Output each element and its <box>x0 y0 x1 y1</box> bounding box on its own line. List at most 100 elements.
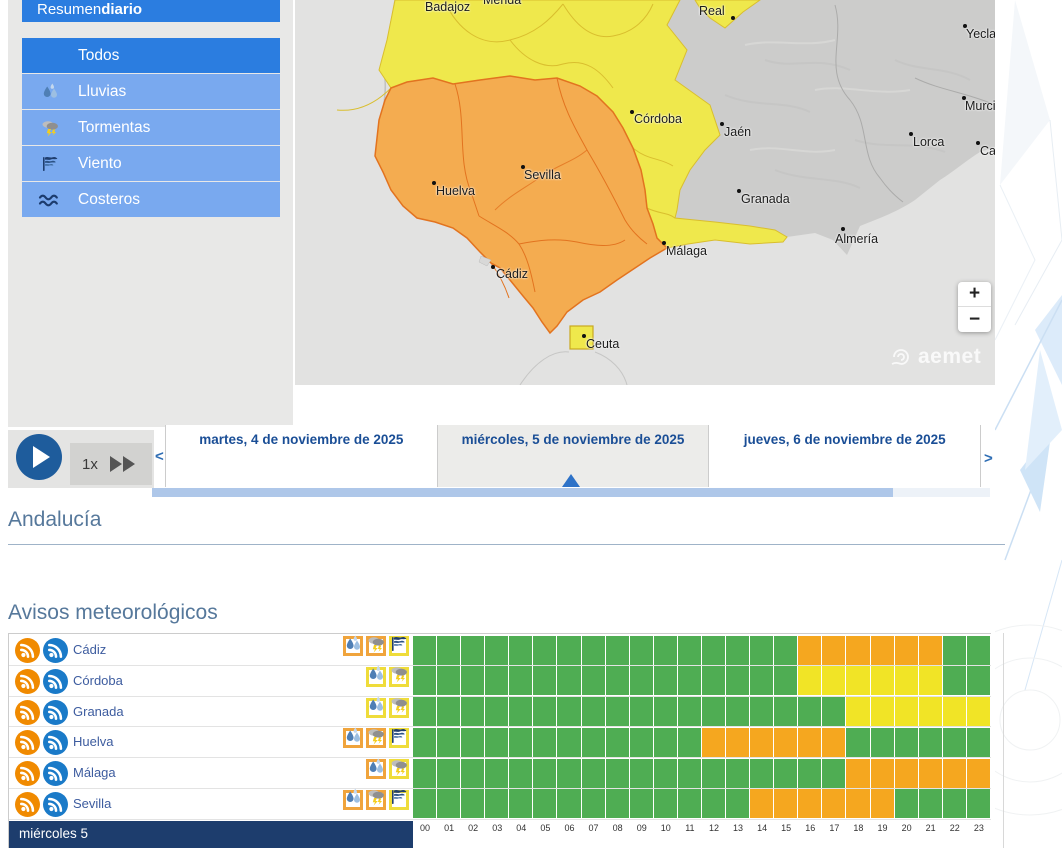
rain-warning-box-orange <box>343 728 363 748</box>
hour-cell-00 <box>413 636 436 665</box>
hour-cell-00 <box>413 759 436 788</box>
hour-label-13: 13 <box>726 823 750 833</box>
hour-cell-23 <box>967 789 990 818</box>
rain-icon <box>37 80 63 104</box>
rss-icon-orange[interactable] <box>15 730 40 755</box>
timeline-day-0[interactable]: martes, 4 de noviembre de 2025 <box>166 425 438 487</box>
hour-cell-21 <box>919 666 942 695</box>
hour-label-22: 22 <box>943 823 967 833</box>
rss-icon-blue[interactable] <box>43 669 68 694</box>
hour-cell-19 <box>871 666 894 695</box>
aemet-warnings-page: Resumen diario TodosLluviasTormentasVien… <box>0 0 1062 848</box>
hour-cell-03 <box>485 697 508 726</box>
rss-icon-orange[interactable] <box>15 761 40 786</box>
province-link[interactable]: Sevilla <box>73 796 111 811</box>
hour-cell-11 <box>678 728 701 757</box>
warnings-map[interactable]: BadajozMéridaRealYeclaCórdobaJaénMurciaL… <box>295 0 995 385</box>
map-zoom-control: + − <box>958 282 991 332</box>
fast-forward-button[interactable] <box>110 456 135 472</box>
city-label-cádiz: Cádiz <box>496 267 528 281</box>
hour-label-06: 06 <box>557 823 581 833</box>
sidebar-header-resumen-diario[interactable]: Resumen diario <box>22 0 280 22</box>
table-row: Sevilla <box>9 789 991 820</box>
hour-cell-17 <box>822 759 845 788</box>
speed-label: 1x <box>82 456 98 473</box>
rss-icon-orange[interactable] <box>15 700 40 725</box>
timeline-day-2[interactable]: jueves, 6 de noviembre de 2025 <box>709 425 981 487</box>
hour-cell-15 <box>774 636 797 665</box>
warning-icons <box>363 759 409 779</box>
hour-label-01: 01 <box>437 823 461 833</box>
hour-cell-14 <box>750 728 773 757</box>
hour-cell-04 <box>509 789 532 818</box>
hour-cell-07 <box>582 636 605 665</box>
city-label-ceuta: Ceuta <box>586 337 619 351</box>
hour-cell-03 <box>485 789 508 818</box>
table-row: Córdoba <box>9 666 991 697</box>
timeline-scrollbar-thumb[interactable] <box>152 488 893 497</box>
province-link[interactable]: Cádiz <box>73 642 106 657</box>
hour-cell-22 <box>943 728 966 757</box>
speed-control[interactable]: 1x <box>70 443 152 485</box>
hour-cell-14 <box>750 697 773 726</box>
rain-warning-box-orange <box>366 759 386 779</box>
hour-label-04: 04 <box>509 823 533 833</box>
rss-icon-orange[interactable] <box>15 792 40 817</box>
hour-cell-17 <box>822 697 845 726</box>
rss-icon-blue[interactable] <box>43 730 68 755</box>
hour-cell-17 <box>822 728 845 757</box>
hour-cell-12 <box>702 666 725 695</box>
timeline-next-arrow[interactable]: > <box>984 450 993 467</box>
rss-icon-blue[interactable] <box>43 761 68 786</box>
province-link[interactable]: Córdoba <box>73 673 123 688</box>
province-link[interactable]: Huelva <box>73 734 113 749</box>
province-link[interactable]: Granada <box>73 704 124 719</box>
rss-icon-orange[interactable] <box>15 638 40 663</box>
wind-icon <box>389 726 409 751</box>
storm-icon <box>389 757 409 782</box>
rss-icon-orange[interactable] <box>15 669 40 694</box>
rain-warning-box-yellow <box>366 698 386 718</box>
zoom-out-button[interactable]: − <box>958 307 991 332</box>
zoom-in-button[interactable]: + <box>958 282 991 307</box>
hour-cell-03 <box>485 636 508 665</box>
warning-icons <box>363 667 409 687</box>
rain-icon <box>343 634 363 659</box>
decorative-background <box>995 0 1062 848</box>
city-label-granada: Granada <box>741 192 790 206</box>
warnings-table: CádizCórdobaGranadaHuelvaMálagaSevilla m… <box>8 633 991 848</box>
hour-label-08: 08 <box>606 823 630 833</box>
hour-cell-16 <box>798 636 821 665</box>
hour-cell-10 <box>654 789 677 818</box>
rss-icon-blue[interactable] <box>43 792 68 817</box>
sidebar-item-todos[interactable]: Todos <box>22 38 280 73</box>
hour-label-07: 07 <box>582 823 606 833</box>
timeline-scrollbar-track <box>152 488 990 497</box>
sidebar-item-lluvias[interactable]: Lluvias <box>22 74 280 109</box>
wind-icon <box>389 787 409 812</box>
timeline-prev-arrow[interactable]: < <box>155 448 164 465</box>
hour-cell-06 <box>557 636 580 665</box>
play-button[interactable] <box>16 434 62 480</box>
rain-warning-box-yellow <box>366 667 386 687</box>
hour-cell-20 <box>895 759 918 788</box>
hour-cell-11 <box>678 666 701 695</box>
sidebar-item-costeros[interactable]: Costeros <box>22 182 280 217</box>
province-link[interactable]: Málaga <box>73 765 116 780</box>
hour-cell-09 <box>630 697 653 726</box>
rss-icon-blue[interactable] <box>43 700 68 725</box>
storm-warning-box-orange <box>366 636 386 656</box>
sidebar-item-tormentas[interactable]: Tormentas <box>22 110 280 145</box>
hour-cell-06 <box>557 728 580 757</box>
hour-cell-00 <box>413 697 436 726</box>
hour-cell-19 <box>871 789 894 818</box>
sidebar-item-viento[interactable]: Viento <box>22 146 280 181</box>
rss-icon-blue[interactable] <box>43 638 68 663</box>
hour-cell-09 <box>630 789 653 818</box>
content-right-border <box>1003 633 1004 848</box>
hour-cell-02 <box>461 666 484 695</box>
hour-cell-16 <box>798 789 821 818</box>
hour-cell-22 <box>943 666 966 695</box>
hour-cell-23 <box>967 697 990 726</box>
hour-cell-01 <box>437 636 460 665</box>
